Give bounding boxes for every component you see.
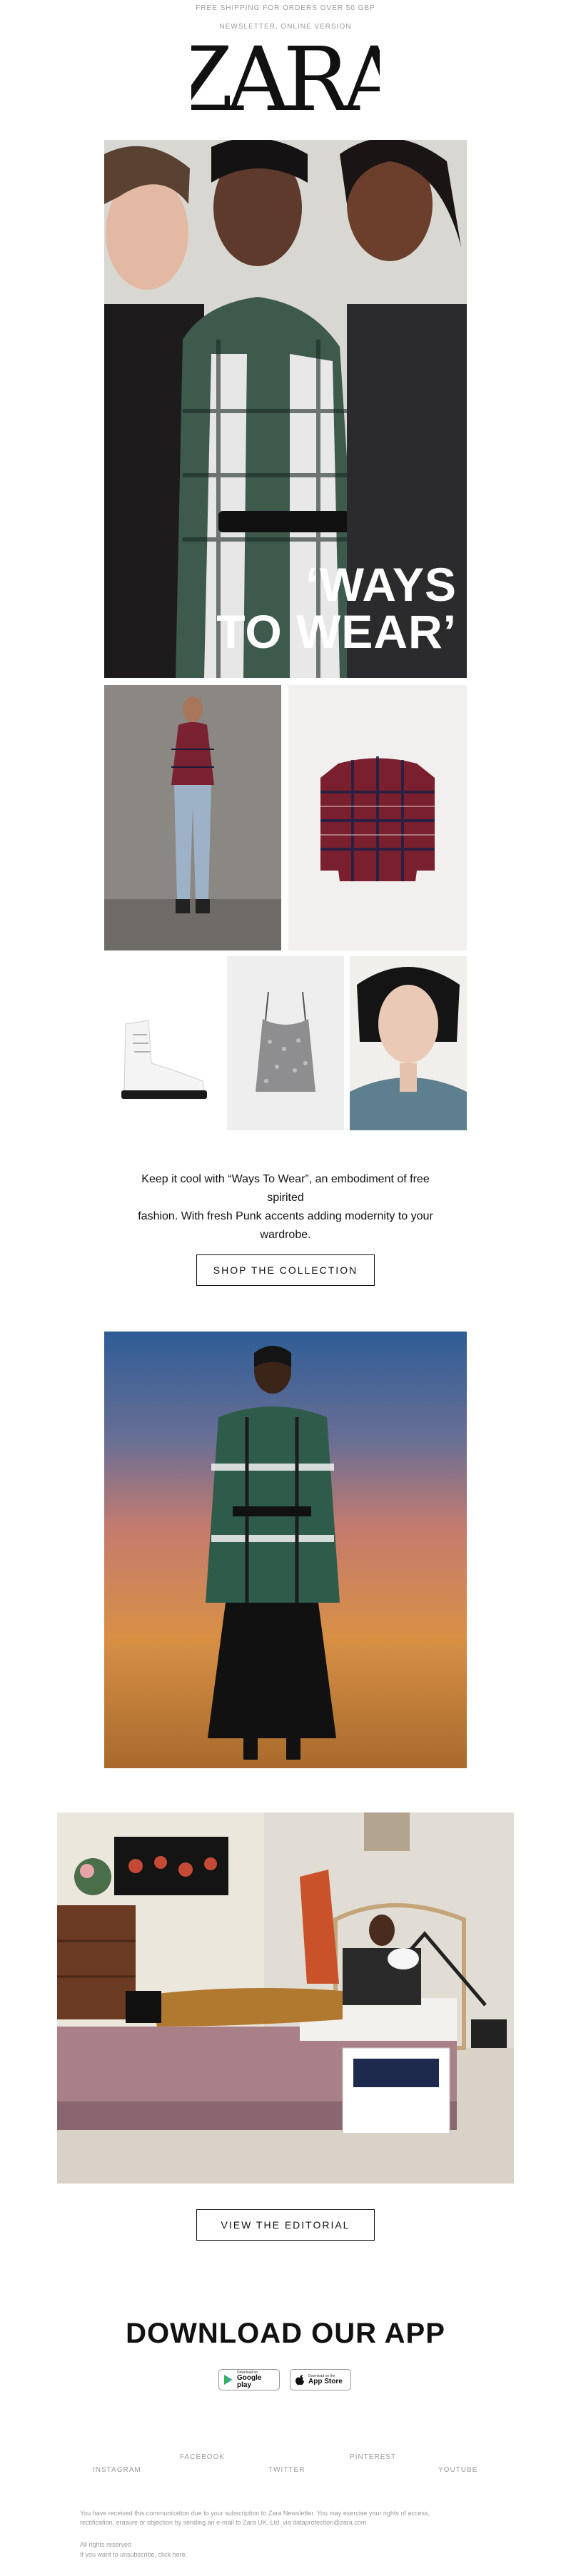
product-plaid-blouse[interactable] [288,685,467,950]
pinterest-link[interactable]: PINTEREST [350,2453,396,2461]
description-line-3: wardrobe. [260,1229,311,1241]
product-sequin-camisole[interactable] [227,956,344,1130]
hero-image[interactable]: ‘WAYS TO WEAR’ [104,140,467,678]
description-line-1: Keep it cool with “Ways To Wear”, an emb… [141,1173,430,1204]
app-store-badge[interactable]: Download on the App Store [290,2369,351,2390]
legal-line-1: You have received this communication due… [80,2510,430,2517]
product-model-full-look[interactable] [104,685,281,950]
free-shipping-notice: FREE SHIPPING FOR ORDERS OVER 50 GBP [196,4,375,12]
editorial-image-bedroom[interactable] [57,1812,514,2184]
collection-description: Keep it cool with “Ways To Wear”, an emb… [128,1170,443,1244]
product-model-portrait[interactable] [350,956,467,1130]
twitter-link[interactable]: TWITTER [268,2466,305,2474]
rights-notice: All rights reserved [80,2541,132,2548]
google-badge-label: Google play [237,2373,262,2389]
legal-line-2: rectification, erasure or objection by s… [80,2519,367,2526]
download-app-title: DOWNLOAD OUR APP [126,2318,445,2349]
instagram-link[interactable]: INSTAGRAM [93,2466,141,2474]
description-line-2: fashion. With fresh Punk accents adding … [138,1210,433,1222]
legal-notice: You have received this communication due… [80,2509,491,2527]
editorial-image-sunset[interactable] [104,1332,467,1768]
apple-badge-label: App Store [308,2377,343,2385]
google-play-badge[interactable]: Download on Google play [218,2369,280,2390]
apple-icon [295,2375,304,2385]
product-white-combat-boot[interactable] [104,956,221,1130]
google-play-icon [224,2375,233,2385]
view-editorial-button[interactable]: VIEW THE EDITORIAL [196,2209,375,2241]
online-version-link[interactable]: NEWSLETTER, ONLINE VERSION [0,23,571,31]
hero-title-line-1: ‘WAYS [305,558,457,611]
zara-logo[interactable]: ZARA [191,39,380,118]
facebook-link[interactable]: FACEBOOK [180,2453,225,2461]
shop-collection-button[interactable]: SHOP THE COLLECTION [196,1254,375,1286]
hero-title: ‘WAYS TO WEAR’ [216,561,457,655]
logo-wordmark: ZARA [191,39,380,118]
hero-title-line-2: TO WEAR’ [216,605,457,658]
unsubscribe-link[interactable]: If you want to unsubscribe, click here. [80,2550,491,2560]
youtube-link[interactable]: YOUTUBE [438,2466,477,2474]
